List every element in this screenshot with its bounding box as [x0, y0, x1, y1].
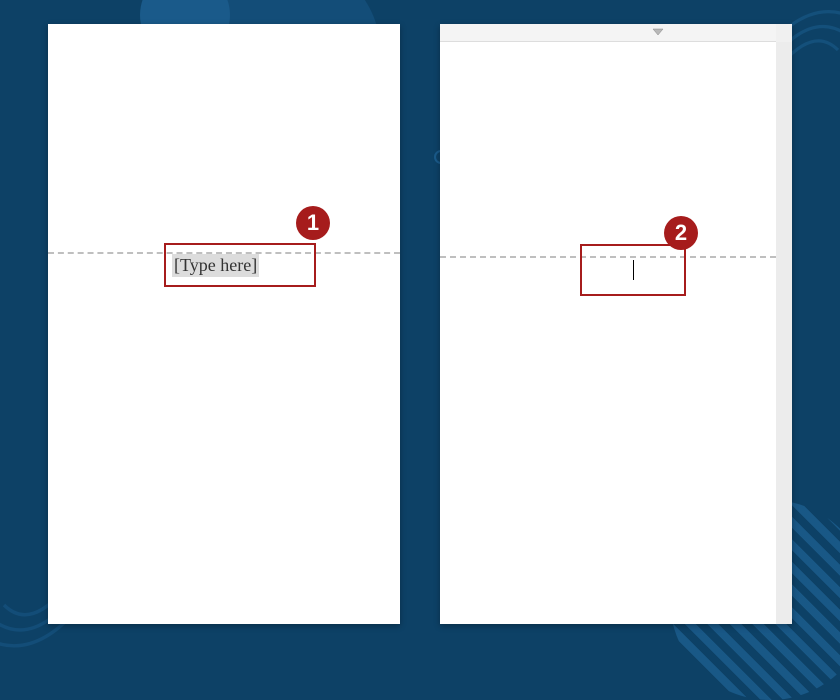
callout-badge-2: 2 [664, 216, 698, 250]
comparison-panels: [Type here] 1 2 [0, 0, 840, 640]
vertical-scrollbar[interactable] [776, 42, 792, 624]
page-content-area[interactable] [440, 42, 776, 624]
header-placeholder-highlight: [Type here] [164, 243, 316, 287]
margin-stop-icon[interactable] [652, 28, 664, 40]
document-page-left: [Type here] 1 [48, 24, 400, 624]
header-placeholder-field[interactable]: [Type here] [172, 254, 259, 277]
document-page-right: 2 [440, 24, 792, 624]
header-cursor-highlight [580, 244, 686, 296]
callout-badge-1: 1 [296, 206, 330, 240]
horizontal-ruler[interactable] [440, 24, 776, 42]
text-cursor-icon [633, 260, 634, 280]
